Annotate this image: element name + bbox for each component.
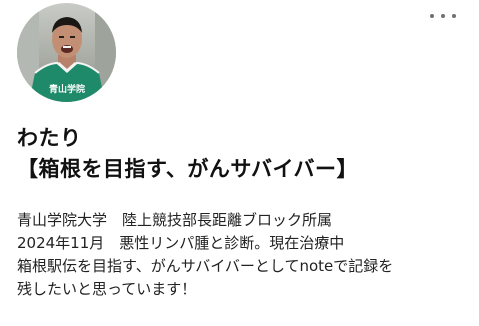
profile-avatar[interactable]: 青山学院 — [17, 3, 116, 102]
bio-line: 青山学院大学 陸上競技部長距離ブロック所属 — [17, 211, 333, 229]
profile-bio: 青山学院大学 陸上競技部長距離ブロック所属 2024年11月 悪性リンパ腫と診断… — [17, 209, 472, 301]
profile-display-name: わたり【箱根を目指す、がんサバイバー】 — [17, 123, 447, 185]
bio-line: 残したいと思っています！ — [17, 280, 197, 298]
profile-name: わたり — [17, 126, 82, 150]
runner-photo-icon: 青山学院 — [17, 3, 116, 102]
more-horizontal-icon-dot — [441, 14, 445, 18]
bio-line: 箱根駅伝を目指す、がんサバイバーとしてnoteで記録を — [17, 257, 394, 275]
more-horizontal-icon-dot — [452, 14, 456, 18]
bio-line: 2024年11月 悪性リンパ腫と診断。現在治療中 — [17, 234, 345, 252]
more-horizontal-icon — [430, 14, 434, 18]
more-options-button[interactable] — [430, 10, 456, 22]
jersey-text: 青山学院 — [49, 83, 85, 95]
profile-card: 青山学院 わたり【箱根を目指す、がんサバイバー】 青山学院大学 陸上競技部長距離… — [0, 0, 479, 326]
profile-tagline: 【箱根を目指す、がんサバイバー】 — [17, 157, 359, 181]
